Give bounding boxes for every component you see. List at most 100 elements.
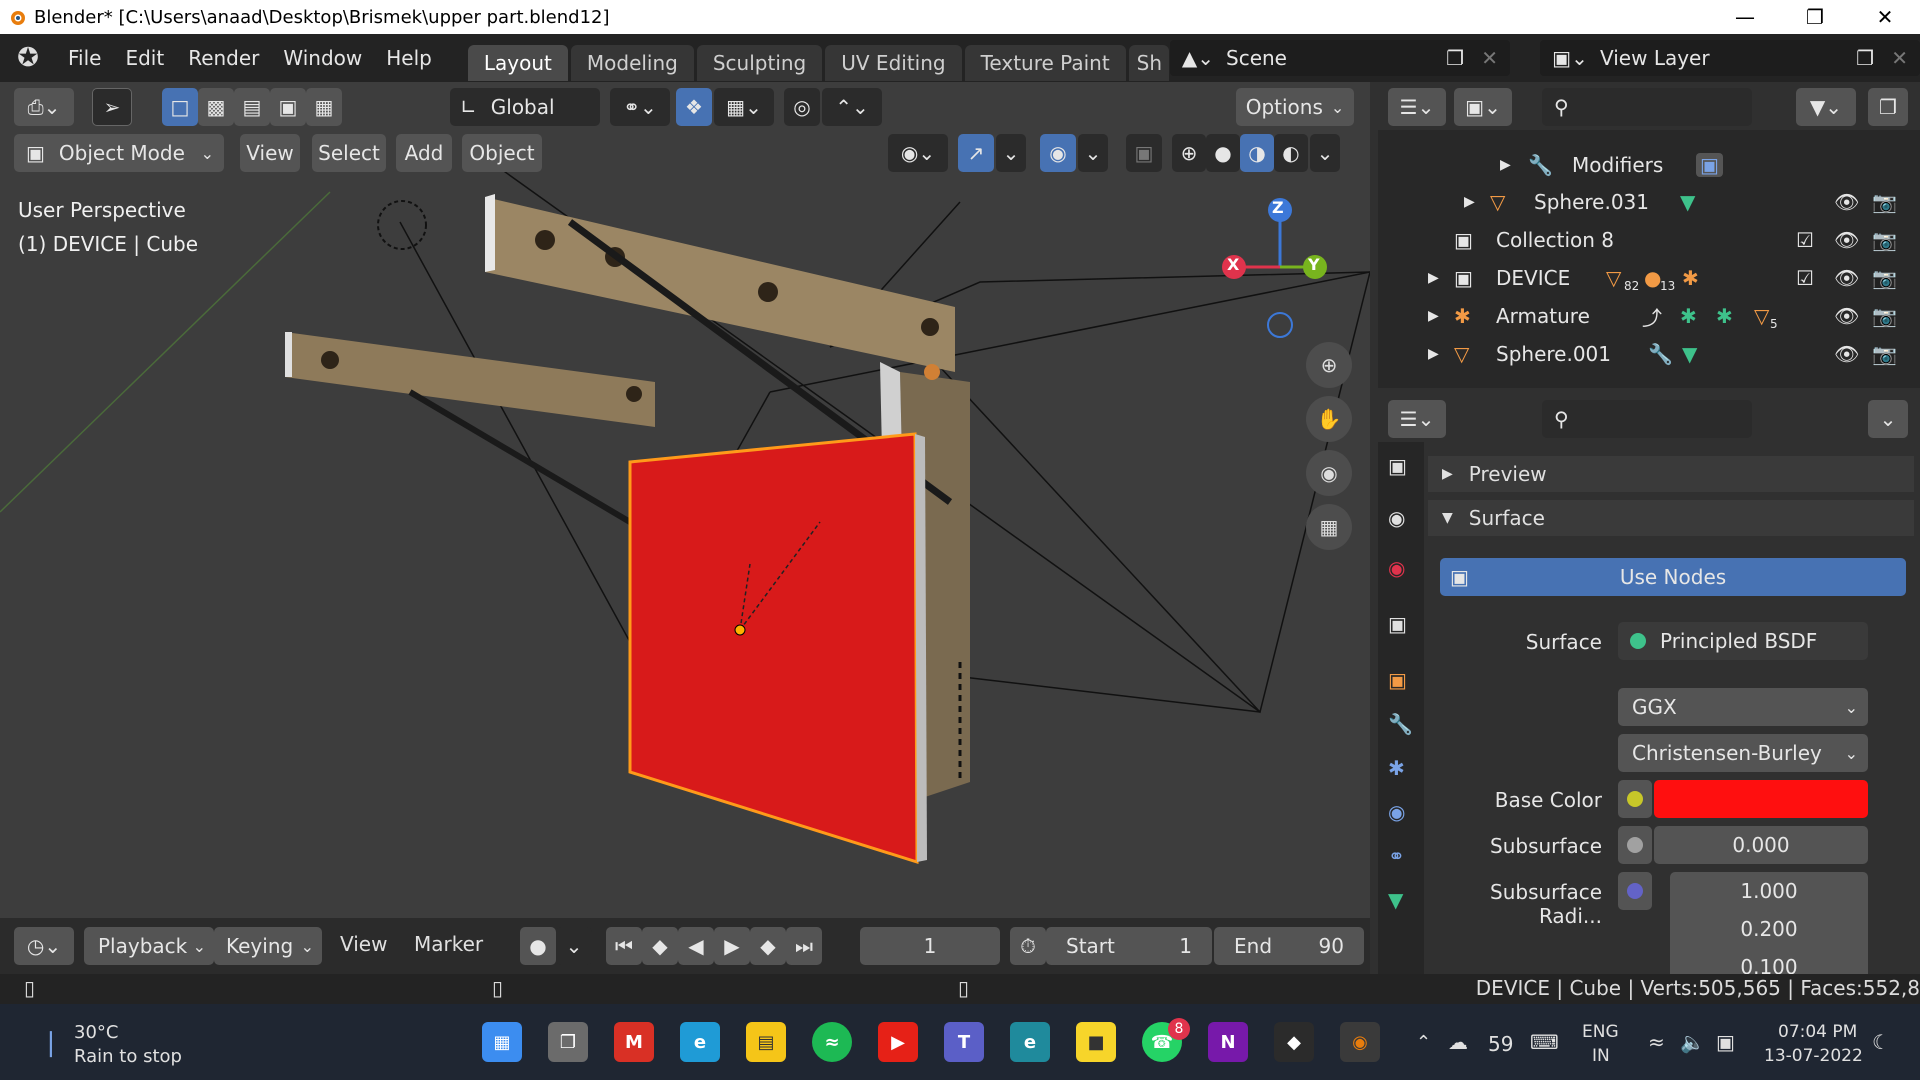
data-tab-icon[interactable]: ▼ — [1388, 888, 1403, 912]
world-tab-icon[interactable]: ◉ — [1388, 556, 1405, 580]
base-color-socket[interactable] — [1618, 780, 1652, 818]
eye-icon[interactable]: 👁 — [1834, 342, 1859, 366]
camera-icon[interactable]: 📷 — [1872, 266, 1897, 290]
proportional-edit-button[interactable]: ◎ — [784, 88, 820, 126]
outliner-editor-type[interactable]: ☰⌄ — [1388, 88, 1446, 126]
youtube-icon[interactable]: ▶ — [878, 1022, 918, 1062]
keyboard-icon[interactable]: ⌨ — [1530, 1030, 1559, 1054]
maximize-button[interactable]: ❐ — [1780, 0, 1850, 34]
delete-view-layer-icon[interactable]: ✕ — [1891, 46, 1908, 70]
object-tab-icon[interactable]: ▣ — [1388, 668, 1407, 692]
start-menu-icon[interactable]: ▦ — [482, 1022, 522, 1062]
tab-uv-editing[interactable]: UV Editing — [825, 45, 962, 81]
select-intersect-button[interactable]: ▦ — [306, 88, 342, 126]
region-label[interactable]: IN — [1592, 1046, 1610, 1066]
current-frame-field[interactable]: 1 — [860, 927, 1000, 965]
auto-key-button[interactable]: ● — [520, 927, 556, 965]
eye-icon[interactable]: 👁 — [1834, 304, 1859, 328]
select-subtract-button[interactable]: ▤ — [234, 88, 270, 126]
end-frame-field[interactable]: End 90 — [1214, 927, 1364, 965]
menu-render[interactable]: Render — [176, 46, 271, 70]
gmail-icon[interactable]: M — [614, 1022, 654, 1062]
menu-view[interactable]: View — [240, 134, 300, 172]
task-view-icon[interactable]: ❐ — [548, 1022, 588, 1062]
notification-icon[interactable]: ☾ — [1872, 1030, 1890, 1054]
transform-orientation-dropdown[interactable]: ∟ Global — [450, 88, 600, 126]
outliner-row-collection8[interactable]: ▣ Collection 8 ☑ 👁 📷 — [1378, 221, 1920, 259]
volume-icon[interactable]: 🔈 — [1680, 1030, 1705, 1054]
playback-menu[interactable]: Playback ⌄ — [84, 927, 214, 965]
weather-temp[interactable]: 30°C — [74, 1022, 118, 1043]
constraints-tab-icon[interactable]: ⚭ — [1388, 844, 1405, 868]
blender-taskbar-icon[interactable]: ◉ — [1340, 1022, 1380, 1062]
select-extend-button[interactable]: ▩ — [198, 88, 234, 126]
tab-modeling[interactable]: Modeling — [570, 45, 694, 81]
language-label[interactable]: ENG — [1582, 1022, 1619, 1042]
menu-help[interactable]: Help — [374, 46, 444, 70]
tab-shading[interactable]: Sh — [1128, 45, 1169, 81]
edge-beta-icon[interactable]: e — [1010, 1022, 1050, 1062]
jump-start-button[interactable]: ⏮ — [606, 927, 642, 965]
ortho-grid-icon[interactable]: ▦ — [1306, 504, 1352, 550]
tab-layout[interactable]: Layout — [467, 45, 568, 81]
play-reverse-button[interactable]: ◀ — [678, 927, 714, 965]
delete-scene-icon[interactable]: ✕ — [1481, 46, 1498, 70]
next-keyframe-button[interactable]: ◆ — [750, 927, 786, 965]
prev-keyframe-button[interactable]: ◆ — [642, 927, 678, 965]
pan-hand-icon[interactable]: ✋ — [1306, 396, 1352, 442]
aqi-value[interactable]: 59 — [1488, 1032, 1513, 1056]
camera-icon[interactable]: 📷 — [1872, 228, 1897, 252]
snap-toggle-button[interactable]: ❖ — [676, 88, 712, 126]
properties-options-dropdown[interactable]: ⌄ — [1868, 400, 1908, 438]
camera-view-icon[interactable]: ◉ — [1306, 450, 1352, 496]
properties-panel[interactable]: ☰⌄ ⚲ ⌄ ▣ ◉ ◉ ▣ ▣ 🔧 ✱ ◉ ⚭ ▼ ▶ Preview ▼ S… — [1378, 394, 1920, 974]
select-invert-button[interactable]: ▣ — [270, 88, 306, 126]
subsurface-radius-x[interactable]: 1.000 — [1670, 872, 1868, 910]
expand-arrow-icon[interactable]: ▶ — [1428, 270, 1439, 286]
options-dropdown[interactable]: Options ⌄ — [1236, 88, 1354, 126]
overlay-toggle-button[interactable]: ◉ — [1040, 134, 1076, 172]
gizmo-dropdown[interactable]: ⌄ — [996, 134, 1026, 172]
menu-edit[interactable]: Edit — [113, 46, 176, 70]
jump-end-button[interactable]: ⏭ — [786, 927, 822, 965]
outliner-row-modifiers[interactable]: ▶ 🔧 Modifiers ▣ — [1378, 146, 1920, 184]
auto-key-dropdown[interactable]: ⌄ — [556, 927, 592, 965]
new-scene-icon[interactable]: ❐ — [1446, 46, 1464, 70]
preview-panel-header[interactable]: ▶ Preview — [1428, 456, 1914, 492]
battery-icon[interactable]: ▣ — [1716, 1030, 1735, 1054]
outliner-search-input[interactable]: ⚲ — [1542, 88, 1752, 126]
outliner-filter-button[interactable]: ▼⌄ — [1796, 88, 1856, 126]
rendered-shading-button[interactable]: ◐ — [1274, 134, 1308, 172]
editor-type-button[interactable]: ⎙⌄ — [14, 88, 74, 126]
view-layer-selector[interactable]: ▣⌄ View Layer ❐ ✕ — [1540, 40, 1920, 76]
use-nodes-button[interactable]: ▣ Use Nodes — [1440, 558, 1906, 596]
expand-arrow-icon[interactable]: ▶ — [1428, 346, 1439, 362]
tool-cursor-button[interactable]: ➢ — [92, 88, 132, 126]
new-collection-button[interactable]: ❐ — [1868, 88, 1908, 126]
outliner-row-sphere031[interactable]: ▶ ▽ Sphere.031 ▼ 👁 📷 — [1378, 183, 1920, 221]
properties-search-input[interactable]: ⚲ — [1542, 400, 1752, 438]
camera-icon[interactable]: 📷 — [1872, 342, 1897, 366]
expand-arrow-icon[interactable]: ▶ — [1500, 157, 1511, 173]
minimize-button[interactable]: — — [1710, 0, 1780, 34]
menu-file[interactable]: File — [56, 46, 113, 70]
3d-viewport[interactable]: Z X Y ⎙⌄ ➢ □ ▩ ▤ ▣ ▦ ∟ Global ⚭⌄ ❖ ▦⌄ ◎ … — [0, 82, 1370, 918]
eye-icon[interactable]: 👁 — [1834, 190, 1859, 214]
surface-panel-header[interactable]: ▼ Surface — [1428, 500, 1914, 536]
eye-icon[interactable]: 👁 — [1834, 266, 1859, 290]
zoom-icon[interactable]: ⊕ — [1306, 342, 1352, 388]
outliner-panel[interactable]: ☰⌄ ▣⌄ ⚲ ▼⌄ ❐ ▶ 🔧 Modifiers ▣ ▶ ▽ Sphere.… — [1378, 82, 1920, 388]
checkbox-icon[interactable]: ☑ — [1796, 266, 1814, 290]
surface-shader-field[interactable]: Principled BSDF — [1618, 622, 1868, 660]
modifier-tab-icon[interactable]: 🔧 — [1388, 712, 1413, 736]
collection-tab-icon[interactable]: ▣ — [1388, 612, 1407, 636]
blender-menu-icon[interactable]: ✪ — [0, 43, 56, 73]
select-box-button[interactable]: □ — [162, 88, 198, 126]
clock-time[interactable]: 07:04 PM — [1778, 1022, 1857, 1042]
gizmo-y-label[interactable]: Y — [1308, 255, 1320, 274]
eye-icon[interactable]: 👁 — [1834, 228, 1859, 252]
shading-dropdown[interactable]: ⌄ — [1310, 134, 1340, 172]
checkbox-icon[interactable]: ☑ — [1796, 228, 1814, 252]
outliner-row-armature[interactable]: ▶ ✱ Armature ⤴ ✱ ✱ ▽ 5 👁 📷 — [1378, 297, 1920, 335]
subsurface-socket[interactable] — [1618, 826, 1652, 864]
